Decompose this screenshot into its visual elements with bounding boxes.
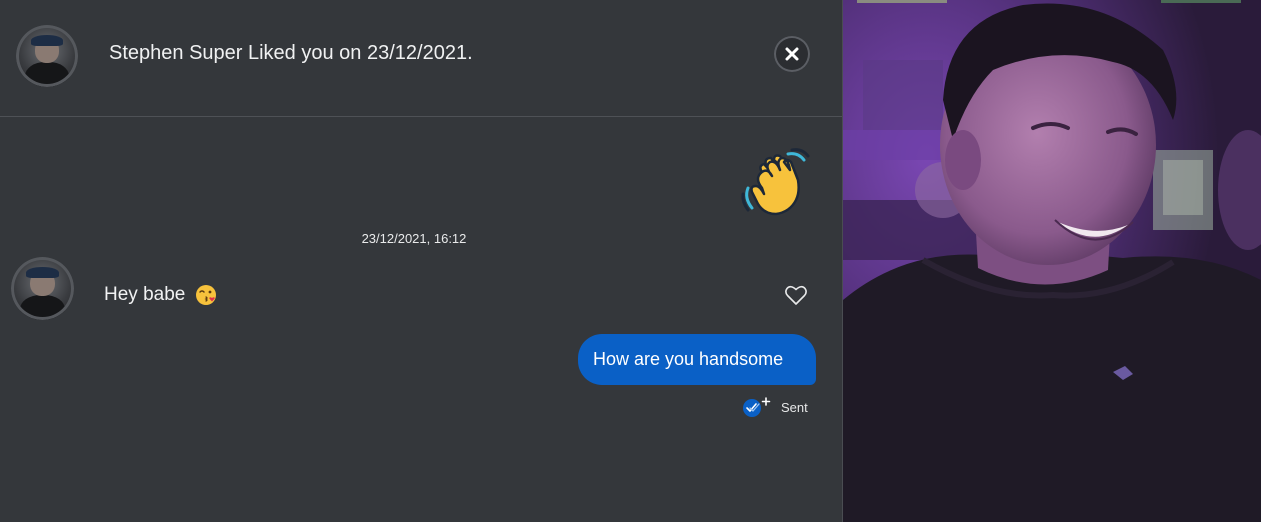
message-status: Sent: [741, 396, 808, 418]
close-icon: [785, 47, 799, 61]
like-heart-button[interactable]: [784, 284, 808, 306]
heart-outline-icon: [785, 285, 807, 305]
chat-header: Stephen Super Liked you on 23/12/2021.: [0, 0, 842, 117]
profile-photo-image: [843, 0, 1261, 522]
sender-avatar[interactable]: [11, 257, 74, 320]
delivered-check-icon: [743, 397, 771, 417]
outgoing-message-text: How are you handsome: [593, 349, 784, 369]
waving-hand-icon: [741, 148, 810, 216]
close-button[interactable]: [774, 36, 810, 72]
chat-panel: Stephen Super Liked you on 23/12/2021. 2…: [0, 0, 842, 522]
incoming-message: Hey babe: [104, 284, 217, 306]
profile-avatar[interactable]: [16, 25, 78, 87]
message-timestamp: 23/12/2021, 16:12: [361, 231, 467, 246]
incoming-message-text: Hey babe: [104, 284, 186, 305]
super-like-notice: Stephen Super Liked you on 23/12/2021.: [109, 42, 473, 64]
kissing-wink-emoji-icon: [196, 285, 217, 305]
message-status-label: Sent: [781, 399, 808, 415]
outgoing-message-bubble[interactable]: How are you handsome: [578, 334, 816, 385]
profile-photo[interactable]: [843, 0, 1261, 522]
